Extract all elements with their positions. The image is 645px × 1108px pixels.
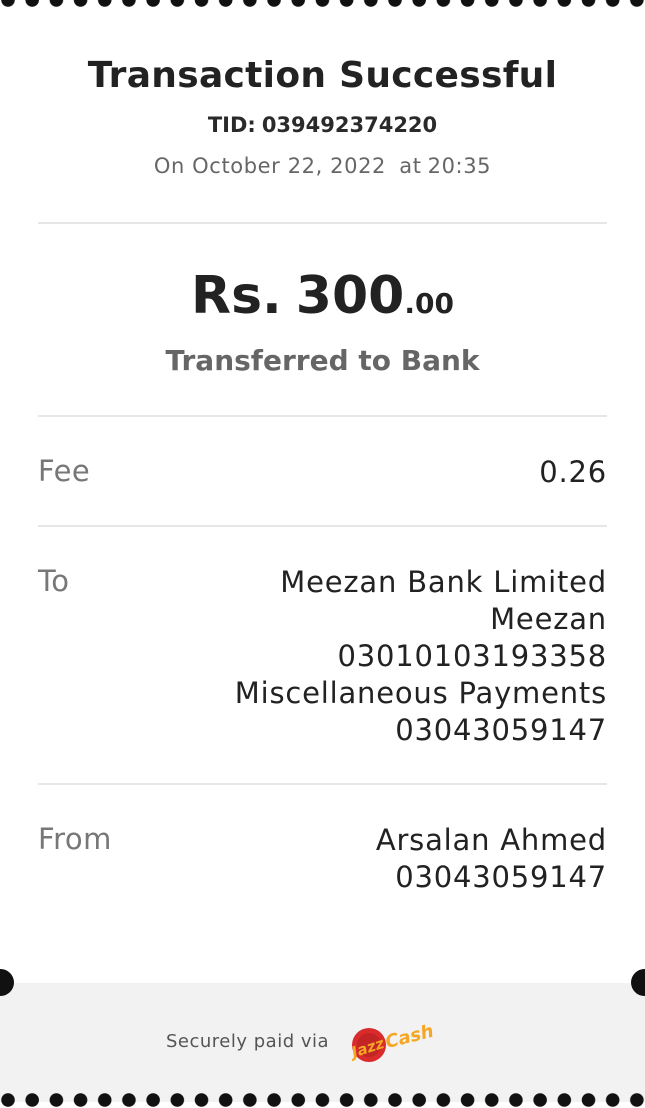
transaction-time: 20:35 <box>427 154 492 178</box>
amount-currency: Rs. <box>191 266 282 326</box>
from-details: Arsalan Ahmed 03043059147 <box>376 822 607 896</box>
sender-name: Arsalan Ahmed <box>375 823 607 857</box>
logo-text-cash: Cash <box>383 1021 436 1053</box>
transaction-id-label: TID: <box>207 113 256 137</box>
from-label: From <box>38 822 112 856</box>
date-at: at <box>399 154 422 178</box>
amount-whole: 300 <box>295 266 405 326</box>
to-label: To <box>38 564 70 598</box>
recipient-name: Meezan <box>490 602 607 636</box>
transaction-amount: Rs. 300.00 <box>0 266 645 326</box>
divider <box>38 222 607 224</box>
divider <box>38 415 607 417</box>
jazzcash-logo: Jazz Cash <box>346 1017 439 1065</box>
fee-value: 0.26 <box>539 455 607 489</box>
date-prefix: On <box>153 154 185 178</box>
receipt-top-edge <box>0 0 645 8</box>
to-details: Meezan Bank Limited Meezan 0301010319335… <box>235 564 607 749</box>
transfer-purpose: Miscellaneous Payments <box>234 676 607 710</box>
transfer-type: Transferred to Bank <box>165 344 480 377</box>
transaction-id: TID: 039492374220 <box>0 113 645 137</box>
transaction-date: October 22, 2022 <box>192 154 387 178</box>
fee-label: Fee <box>38 454 91 488</box>
transaction-datetime: On October 22, 2022 at 20:35 <box>0 154 645 178</box>
recipient-account: 03010103193358 <box>337 639 607 673</box>
transaction-id-value: 039492374220 <box>261 113 438 137</box>
receipt-header: Transaction Successful TID: 039492374220 … <box>0 55 645 178</box>
sender-phone: 03043059147 <box>395 860 607 894</box>
receipt-bottom-edge <box>0 1092 645 1108</box>
transaction-status-title: Transaction Successful <box>87 55 558 96</box>
recipient-bank: Meezan Bank Limited <box>280 565 607 599</box>
recipient-phone: 03043059147 <box>395 713 607 747</box>
divider <box>38 783 607 785</box>
secure-payment-text: Securely paid via <box>166 1031 330 1052</box>
amount-section: Rs. 300.00 Transferred to Bank <box>0 266 645 377</box>
amount-decimal: .00 <box>404 287 454 320</box>
divider <box>38 525 607 527</box>
